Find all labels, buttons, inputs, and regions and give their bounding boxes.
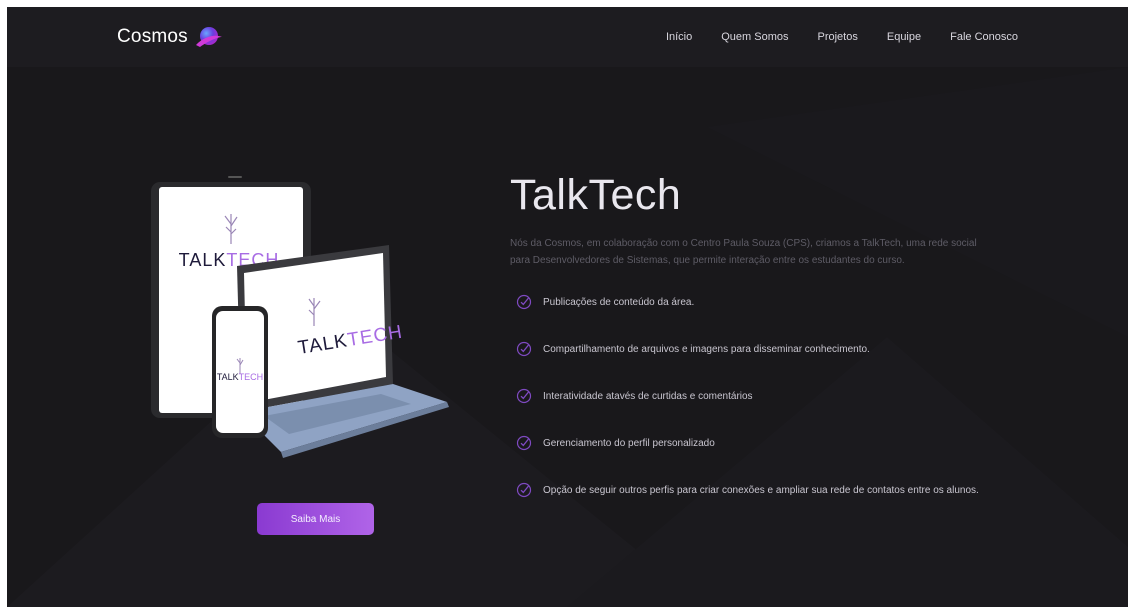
feature-item: Interatividade atavés de curtidas e come… (516, 388, 979, 404)
feature-text: Interatividade atavés de curtidas e come… (543, 390, 753, 402)
svg-text:TALKTECH: TALKTECH (217, 372, 263, 382)
nav-link-inicio[interactable]: Início (666, 31, 692, 43)
feature-text: Opção de seguir outros perfis para criar… (543, 484, 979, 496)
main-nav: Início Quem Somos Projetos Equipe Fale C… (666, 7, 1018, 67)
check-circle-icon (516, 341, 532, 357)
feature-item: Compartilhamento de arquivos e imagens p… (516, 341, 979, 357)
check-circle-icon (516, 482, 532, 498)
hero-title: TalkTech (510, 171, 682, 219)
phone-logo-tech: TECH (239, 372, 264, 382)
navbar: Cosmos Início Quem Somos Projetos Equipe… (7, 7, 1128, 67)
saiba-mais-button[interactable]: Saiba Mais (257, 503, 374, 535)
nav-link-fale-conosco[interactable]: Fale Conosco (950, 31, 1018, 43)
laptop-device: TALKTECH (237, 245, 449, 458)
phone-device: TALKTECH (212, 306, 268, 438)
check-circle-icon (516, 388, 532, 404)
check-circle-icon (516, 435, 532, 451)
feature-text: Publicações de conteúdo da área. (543, 296, 695, 308)
feature-text: Gerenciamento do perfil personalizado (543, 437, 715, 449)
brand-name: Cosmos (117, 26, 188, 47)
planet-icon (195, 27, 222, 47)
phone-logo-alk: ALK (222, 372, 239, 382)
tablet-logo-t: T (179, 250, 190, 270)
brand[interactable]: Cosmos (117, 21, 224, 53)
feature-item: Gerenciamento do perfil personalizado (516, 435, 979, 451)
feature-item: Opção de seguir outros perfis para criar… (516, 482, 979, 498)
feature-list: Publicações de conteúdo da área. Compart… (516, 294, 979, 529)
nav-link-equipe[interactable]: Equipe (887, 31, 921, 43)
hero-description: Nós da Cosmos, em colaboração com o Cent… (510, 238, 977, 266)
nav-link-quem-somos[interactable]: Quem Somos (721, 31, 788, 43)
feature-item: Publicações de conteúdo da área. (516, 294, 979, 310)
check-circle-icon (516, 294, 532, 310)
tablet-logo-alk: ALK (189, 250, 226, 270)
page-frame: Cosmos Início Quem Somos Projetos Equipe… (7, 7, 1128, 607)
feature-text: Compartilhamento de arquivos e imagens p… (543, 343, 870, 355)
nav-link-projetos[interactable]: Projetos (818, 31, 858, 43)
devices-mockup: TALKTECH TALKTECH TALKTECH (151, 176, 449, 458)
